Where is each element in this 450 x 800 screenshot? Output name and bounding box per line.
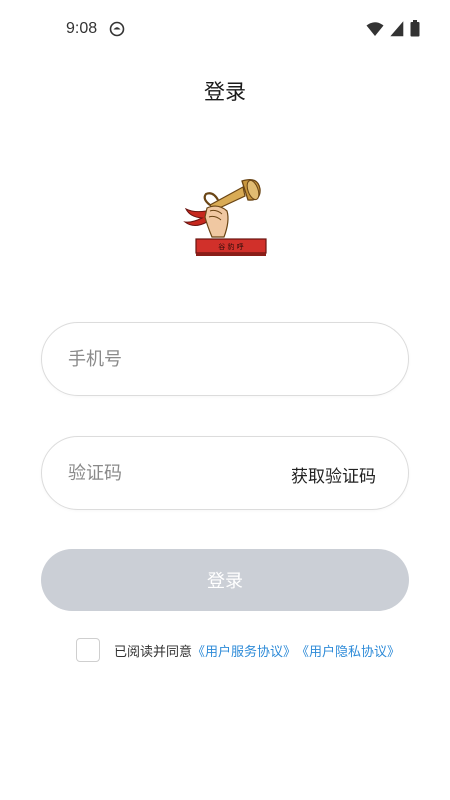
battery-icon [410,20,420,37]
agreement-row: 已阅读并同意 《用户服务协议》 《用户隐私协议》 [76,638,400,662]
wifi-icon [366,21,384,36]
login-button[interactable]: 登录 [41,549,409,611]
page-title: 登录 [204,80,246,104]
status-time: 9:08 [66,20,98,37]
logo-banner-text: 谷 豹 呼 [218,242,243,251]
verification-code-input[interactable] [68,437,298,509]
signal-icon [390,20,404,36]
status-icons [366,20,420,37]
service-agreement-link[interactable]: 《用户服务协议》 [192,641,296,660]
app-notification-icon [109,21,125,37]
agreement-text: 已阅读并同意 [114,644,193,660]
agreement-checkbox[interactable] [76,638,100,662]
phone-input[interactable] [68,323,298,395]
verification-code-field[interactable]: 获取验证码 [41,436,409,510]
get-code-button[interactable]: 获取验证码 [291,462,376,487]
status-bar: 9:08 [0,0,450,60]
phone-field[interactable] [41,322,409,396]
trumpet-logo-icon: 谷 豹 呼 [183,178,267,256]
privacy-agreement-link[interactable]: 《用户隐私协议》 [296,641,400,660]
